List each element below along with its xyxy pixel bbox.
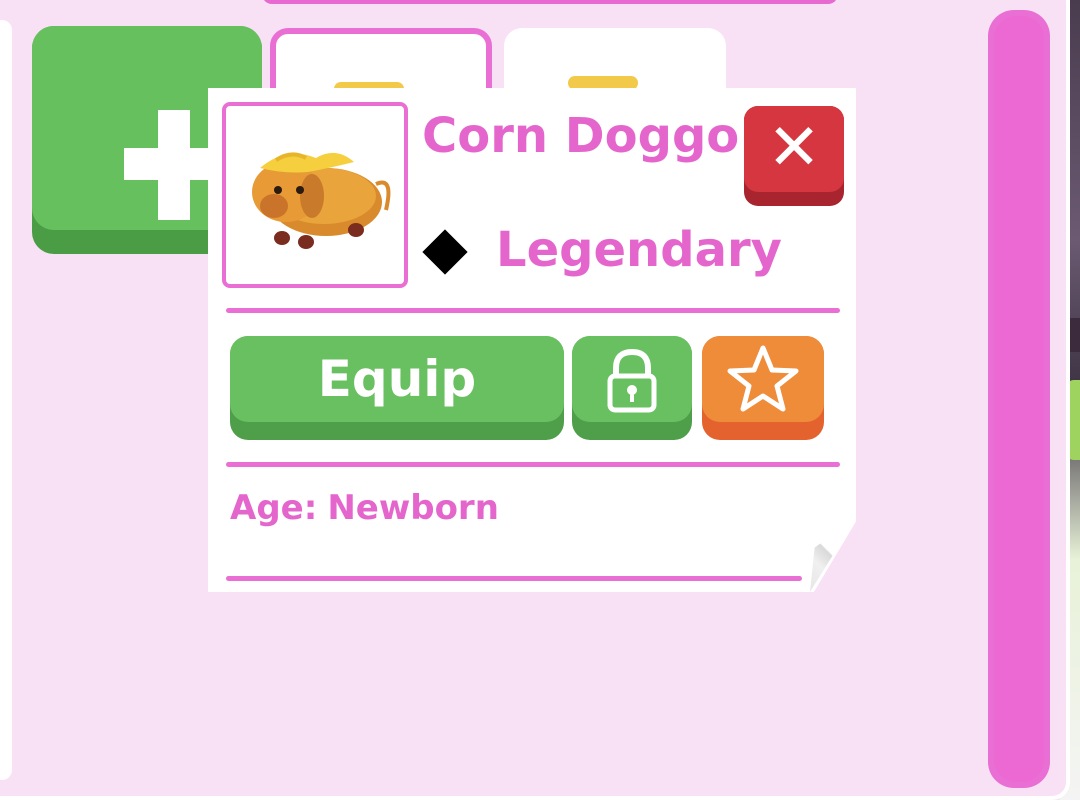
- equip-button-face: Equip: [230, 336, 564, 422]
- star-icon: [727, 345, 799, 412]
- pet-age-label: Age:: [230, 488, 318, 528]
- pet-name: Corn Doggo: [422, 108, 740, 164]
- game-screen: Corn Doggo ✕ Legendary Equip Age: Newbor…: [0, 0, 1080, 800]
- favorite-button-face: [702, 336, 824, 422]
- pet-slot-thumbnail: [568, 76, 638, 90]
- lock-icon: [607, 348, 657, 413]
- pet-rarity: Legendary: [496, 222, 782, 278]
- equip-button-label: Equip: [317, 350, 477, 408]
- lock-button-face: [572, 336, 692, 422]
- pet-image-frame: [222, 102, 408, 288]
- scrollbar-thumb[interactable]: [994, 16, 1044, 782]
- lock-button[interactable]: [572, 336, 692, 440]
- corn-doggo-pet-image: [252, 152, 391, 249]
- divider-middle: [226, 462, 840, 467]
- close-icon: ✕: [767, 111, 821, 185]
- pet-age-value: Newborn: [327, 488, 499, 528]
- inventory-top-bar: [262, 0, 838, 4]
- favorite-button[interactable]: [702, 336, 824, 440]
- pet-age: Age: Newborn: [230, 488, 499, 528]
- close-button-face: ✕: [744, 106, 844, 192]
- close-button[interactable]: ✕: [744, 106, 844, 206]
- equip-button[interactable]: Equip: [230, 336, 564, 440]
- divider-top: [226, 308, 840, 313]
- inventory-left-slot-edge: [0, 20, 12, 780]
- divider-bottom: [226, 576, 802, 581]
